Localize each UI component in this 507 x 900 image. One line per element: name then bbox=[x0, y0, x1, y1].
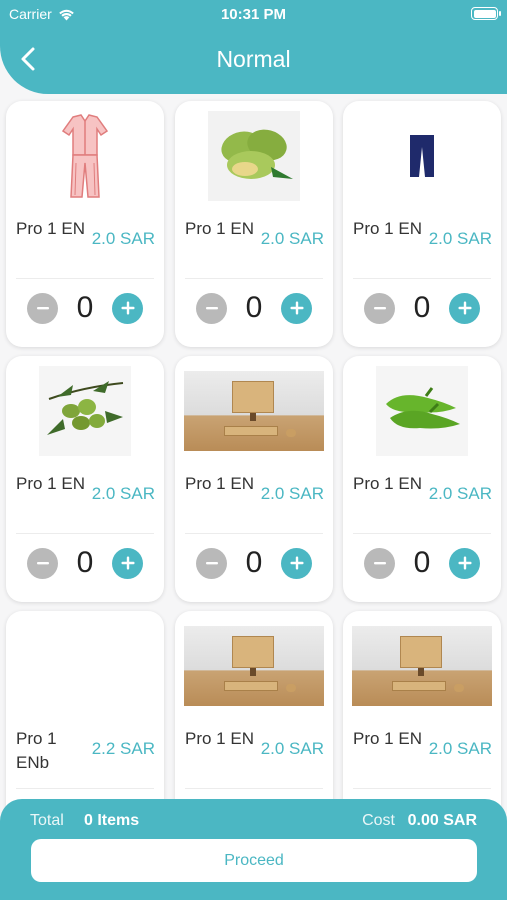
increase-quantity-button[interactable] bbox=[112, 292, 143, 324]
decrease-quantity-button[interactable] bbox=[27, 547, 58, 579]
product-card[interactable]: Pro 1 EN 2.0 SAR 0 bbox=[6, 356, 164, 602]
quantity-stepper: 0 bbox=[343, 291, 501, 325]
product-card[interactable]: Pro 1 EN 2.0 SAR 0 bbox=[6, 101, 164, 347]
battery-icon bbox=[471, 7, 501, 20]
total-items-value: 0 Items bbox=[84, 812, 140, 829]
product-image bbox=[184, 111, 324, 201]
card-divider bbox=[16, 788, 154, 789]
decrease-quantity-button[interactable] bbox=[196, 547, 227, 579]
product-name: Pro 1 EN bbox=[353, 219, 422, 238]
increase-quantity-button[interactable] bbox=[449, 292, 480, 324]
product-name: Pro 1 EN bbox=[353, 474, 422, 493]
product-name: Pro 1 EN bbox=[185, 219, 254, 238]
card-divider bbox=[353, 533, 491, 534]
plus-icon bbox=[458, 556, 471, 570]
proceed-button[interactable]: Proceed bbox=[31, 839, 477, 882]
product-name: Pro 1 EN bbox=[185, 474, 254, 493]
plus-icon bbox=[290, 556, 303, 570]
product-name: Pro 1 EN bbox=[353, 729, 422, 748]
status-time: 10:31 PM bbox=[220, 6, 287, 23]
card-divider bbox=[185, 278, 323, 279]
decrease-quantity-button[interactable] bbox=[196, 292, 227, 324]
quantity-value: 0 bbox=[413, 546, 431, 579]
page-title: Normal bbox=[216, 46, 291, 72]
plus-icon bbox=[121, 556, 134, 570]
card-divider bbox=[16, 278, 154, 279]
header-bar: Carrier 10:31 PM Normal bbox=[0, 0, 507, 94]
cost-value: 0.00 SAR bbox=[407, 812, 477, 829]
product-card[interactable]: Pro 1 EN 2.0 SAR 0 bbox=[343, 101, 501, 347]
minus-icon bbox=[205, 562, 218, 565]
cost-label: Cost bbox=[362, 812, 395, 829]
increase-quantity-button[interactable] bbox=[112, 547, 143, 579]
minus-icon bbox=[373, 307, 386, 310]
product-image bbox=[352, 366, 492, 456]
product-image bbox=[15, 366, 155, 456]
product-image bbox=[184, 366, 324, 456]
checkout-footer: Total 0 Items Cost 0.00 SAR Proceed bbox=[0, 799, 507, 900]
product-price: 2.2 SAR bbox=[91, 739, 155, 758]
quantity-stepper: 0 bbox=[6, 291, 164, 325]
minus-icon bbox=[205, 307, 218, 310]
quantity-stepper: 0 bbox=[343, 546, 501, 580]
product-price: 2.0 SAR bbox=[91, 484, 155, 503]
decrease-quantity-button[interactable] bbox=[27, 292, 58, 324]
product-image bbox=[352, 111, 492, 201]
product-price: 2.0 SAR bbox=[260, 739, 324, 758]
card-divider bbox=[185, 788, 323, 789]
card-divider bbox=[353, 278, 491, 279]
quantity-value: 0 bbox=[245, 291, 263, 324]
product-name: Pro 1 EN bbox=[16, 219, 85, 238]
card-divider bbox=[353, 788, 491, 789]
product-name: Pro 1 EN bbox=[185, 729, 254, 748]
minus-icon bbox=[36, 562, 49, 565]
decrease-quantity-button[interactable] bbox=[364, 547, 395, 579]
product-image bbox=[15, 621, 155, 711]
minus-icon bbox=[36, 307, 49, 310]
plus-icon bbox=[121, 301, 134, 315]
card-divider bbox=[16, 533, 154, 534]
product-price: 2.0 SAR bbox=[91, 229, 155, 248]
quantity-value: 0 bbox=[76, 291, 94, 324]
increase-quantity-button[interactable] bbox=[281, 292, 312, 324]
plus-icon bbox=[290, 301, 303, 315]
product-card[interactable]: Pro 1 EN 2.0 SAR 0 bbox=[175, 101, 333, 347]
product-image bbox=[184, 621, 324, 711]
decrease-quantity-button[interactable] bbox=[364, 292, 395, 324]
product-price: 2.0 SAR bbox=[428, 484, 492, 503]
increase-quantity-button[interactable] bbox=[281, 547, 312, 579]
product-name: Pro 1 EN bbox=[16, 474, 85, 493]
card-divider bbox=[185, 533, 323, 534]
product-card[interactable]: Pro 1 EN 2.0 SAR 0 bbox=[343, 356, 501, 602]
product-price: 2.0 SAR bbox=[428, 229, 492, 248]
quantity-stepper: 0 bbox=[175, 291, 333, 325]
quantity-stepper: 0 bbox=[6, 546, 164, 580]
increase-quantity-button[interactable] bbox=[449, 547, 480, 579]
product-name: Pro 1 ENb bbox=[16, 729, 57, 772]
product-image bbox=[352, 621, 492, 711]
product-price: 2.0 SAR bbox=[260, 484, 324, 503]
product-image bbox=[15, 111, 155, 201]
quantity-value: 0 bbox=[413, 291, 431, 324]
minus-icon bbox=[373, 562, 386, 565]
quantity-value: 0 bbox=[245, 546, 263, 579]
product-card[interactable]: Pro 1 EN 2.0 SAR 0 bbox=[175, 356, 333, 602]
quantity-stepper: 0 bbox=[175, 546, 333, 580]
quantity-value: 0 bbox=[76, 546, 94, 579]
plus-icon bbox=[458, 301, 471, 315]
product-price: 2.0 SAR bbox=[428, 739, 492, 758]
status-bar: Carrier 10:31 PM bbox=[0, 0, 507, 28]
product-price: 2.0 SAR bbox=[260, 229, 324, 248]
total-label: Total bbox=[30, 812, 64, 829]
